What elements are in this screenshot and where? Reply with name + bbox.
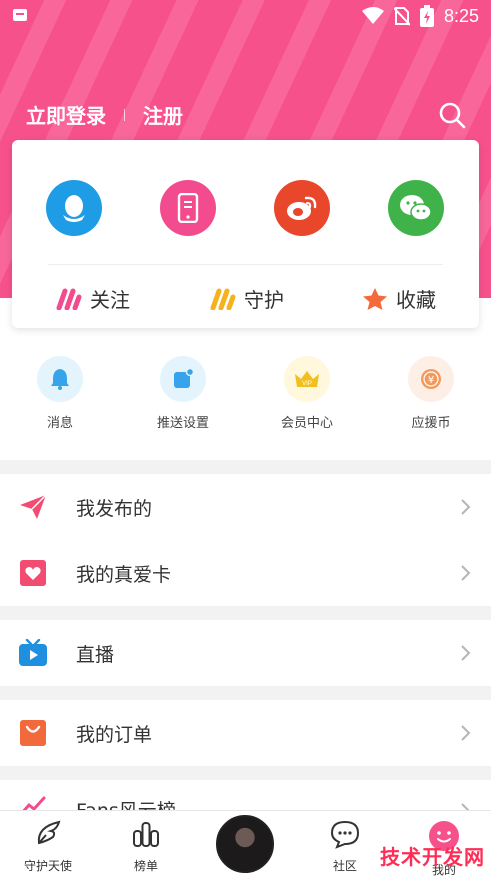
live-tv-icon bbox=[18, 638, 48, 668]
menu-love-card[interactable]: 我的真爱卡 bbox=[0, 540, 491, 606]
menu-my-orders-label: 我的订单 bbox=[76, 723, 153, 746]
menu-live-label: 直播 bbox=[76, 643, 115, 666]
qq-icon bbox=[63, 195, 85, 222]
notification-icon bbox=[13, 9, 27, 21]
angel-wing-icon bbox=[37, 820, 61, 845]
section-gap bbox=[0, 606, 491, 620]
qq-login-button[interactable] bbox=[46, 180, 102, 236]
tab-rankings[interactable]: 榜单 bbox=[106, 819, 186, 874]
follow-icon bbox=[56, 288, 82, 310]
menu-my-posts-label: 我发布的 bbox=[76, 497, 153, 520]
push-icon bbox=[160, 356, 206, 402]
quick-actions: 消息 推送设置 VIP 会员中心 ¥ 应援币 bbox=[0, 356, 491, 436]
watermark: 技术开发网 bbox=[380, 845, 485, 869]
tab-follow[interactable]: 关注 bbox=[56, 284, 130, 313]
guard-icon bbox=[210, 288, 236, 310]
tab-guardian-angel-label: 守护天使 bbox=[23, 859, 72, 873]
tab-favorites-label: 收藏 bbox=[396, 288, 436, 312]
heart-card-icon bbox=[18, 558, 48, 588]
tab-guardian-angel[interactable]: 守护天使 bbox=[8, 819, 88, 874]
chevron-right-icon bbox=[461, 565, 471, 581]
quick-vip-center[interactable]: VIP 会员中心 bbox=[262, 356, 352, 431]
auth-links: 立即登录 注册 bbox=[26, 100, 183, 129]
tab-favorites[interactable]: 收藏 bbox=[362, 284, 436, 313]
menu-live[interactable]: 直播 bbox=[0, 620, 491, 686]
clock: 8:25 bbox=[443, 5, 479, 26]
menu-my-posts[interactable]: 我发布的 bbox=[0, 474, 491, 540]
battery-icon bbox=[419, 5, 434, 27]
menu-love-card-label: 我的真爱卡 bbox=[76, 563, 172, 586]
wifi-icon bbox=[361, 7, 384, 24]
search-icon[interactable] bbox=[437, 100, 467, 130]
quick-push-settings[interactable]: 推送设置 bbox=[138, 356, 228, 431]
chevron-right-icon bbox=[461, 725, 471, 741]
quick-support-coins[interactable]: ¥ 应援币 bbox=[386, 356, 476, 431]
no-sim-icon bbox=[393, 7, 410, 26]
chevron-right-icon bbox=[461, 645, 471, 661]
vip-crown-icon: VIP bbox=[284, 356, 330, 402]
auth-divider bbox=[124, 108, 125, 121]
card-divider bbox=[48, 264, 443, 265]
coin-icon: ¥ bbox=[408, 356, 454, 402]
status-bar: 8:25 bbox=[0, 0, 491, 34]
phone-login-button[interactable] bbox=[160, 180, 216, 236]
chevron-right-icon bbox=[461, 499, 471, 515]
shopping-bag-icon bbox=[18, 718, 48, 748]
chat-bubble-icon bbox=[330, 820, 360, 849]
phone-icon bbox=[177, 193, 199, 223]
section-gap bbox=[0, 460, 491, 474]
tab-guard[interactable]: 守护 bbox=[210, 284, 284, 313]
tab-rankings-label: 榜单 bbox=[133, 859, 158, 873]
section-gap bbox=[0, 686, 491, 700]
login-card: 关注 守护 收藏 bbox=[12, 140, 479, 328]
tab-guard-label: 守护 bbox=[244, 288, 284, 312]
wechat-login-button[interactable] bbox=[388, 180, 444, 236]
login-link[interactable]: 立即登录 bbox=[26, 100, 106, 129]
menu-my-orders[interactable]: 我的订单 bbox=[0, 700, 491, 766]
send-icon bbox=[18, 492, 48, 522]
svg-text:VIP: VIP bbox=[302, 381, 312, 387]
chevron-right-icon bbox=[461, 803, 470, 810]
star-icon bbox=[363, 287, 387, 310]
svg-text:¥: ¥ bbox=[428, 375, 434, 386]
tab-community[interactable]: 社区 bbox=[305, 819, 385, 874]
menu-fans-ranking[interactable]: Fans风云榜 bbox=[0, 780, 491, 810]
bar-chart-icon bbox=[133, 822, 159, 847]
avatar[interactable] bbox=[216, 815, 274, 873]
register-link[interactable]: 注册 bbox=[143, 100, 183, 129]
bottom-tab-bar: 守护天使 榜单 社区 我的 技术开发网 bbox=[0, 810, 491, 876]
trend-icon bbox=[18, 790, 48, 810]
menu-fans-ranking-label: Fans风云榜 bbox=[76, 796, 176, 810]
weibo-icon bbox=[287, 196, 317, 220]
section-gap bbox=[0, 766, 491, 780]
quick-messages[interactable]: 消息 bbox=[15, 356, 105, 431]
weibo-login-button[interactable] bbox=[274, 180, 330, 236]
tab-community-label: 社区 bbox=[332, 859, 357, 873]
tab-follow-label: 关注 bbox=[90, 288, 130, 312]
bell-icon bbox=[37, 356, 83, 402]
wechat-icon bbox=[400, 195, 432, 221]
